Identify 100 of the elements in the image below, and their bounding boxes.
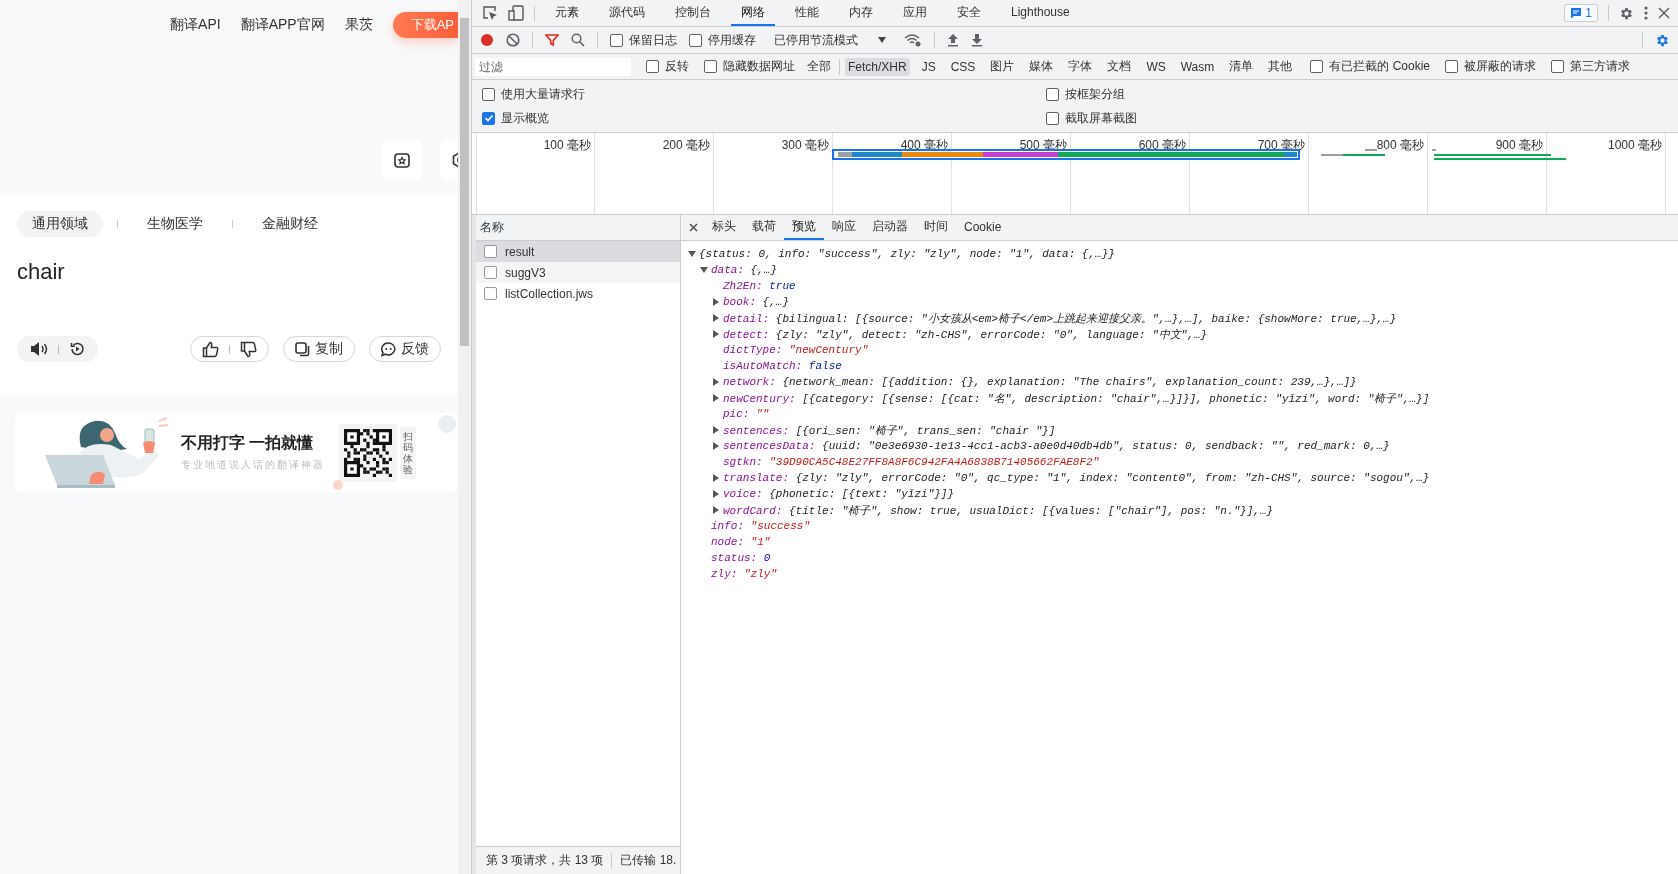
caret-icon — [878, 37, 886, 43]
checkbox[interactable] — [482, 87, 495, 101]
more-options-icon[interactable] — [1644, 6, 1648, 20]
type-filter[interactable]: 全部 — [804, 56, 834, 77]
scrollbar[interactable] — [458, 0, 472, 874]
expand-arrow-icon[interactable] — [711, 313, 721, 323]
type-filter[interactable]: WS — [1143, 57, 1169, 76]
tree-entry: network: {network_mean: [{addition: {}, explanation: "The chairs", explanation_count: 239,…},…]} — [723, 376, 1357, 388]
tree-entry: pic: "" — [723, 408, 770, 420]
tree-entry: translate: {zly: "zly", errorCode: "0", qc_type: "1", index: "content0", from: "zh-CHS", source: "sogou",…} — [723, 472, 1430, 484]
detail-tab[interactable]: 响应 — [824, 215, 864, 240]
expand-arrow-icon[interactable] — [687, 249, 697, 259]
type-filter[interactable]: CSS — [947, 57, 979, 76]
tree-entry: {status: 0, info: "success", zly: "zly", node: "1", data: {,…}} — [699, 248, 1115, 260]
inspect-icon[interactable] — [482, 5, 498, 21]
close-icon[interactable] — [689, 223, 698, 232]
checkbox[interactable] — [610, 33, 623, 47]
type-filter[interactable]: 字体 — [1065, 56, 1096, 77]
checkbox[interactable] — [1551, 60, 1564, 73]
type-filter[interactable]: 清单 — [1226, 56, 1257, 77]
checkbox[interactable] — [1046, 111, 1059, 125]
type-filter[interactable]: 媒体 — [1026, 56, 1057, 77]
favorites-button[interactable] — [382, 140, 422, 180]
panel-tab[interactable]: 源代码 — [599, 0, 655, 26]
checkbox[interactable] — [1046, 87, 1059, 101]
panel-tab[interactable]: 控制台 — [665, 0, 721, 26]
type-filter[interactable]: 图片 — [987, 56, 1018, 77]
expand-arrow-icon[interactable] — [711, 393, 721, 403]
device-toggle-icon[interactable] — [508, 5, 524, 21]
expand-arrow-icon[interactable] — [711, 473, 721, 483]
request-row[interactable]: suggV3 — [476, 262, 680, 283]
throttling-dropdown[interactable]: 已停用节流模式 — [768, 30, 892, 50]
thumbs-up-icon[interactable] — [202, 340, 219, 358]
upload-icon[interactable] — [947, 33, 959, 47]
panel-tab[interactable]: 应用 — [893, 0, 937, 26]
speaker-icon[interactable] — [30, 341, 48, 357]
detail-tab[interactable]: 时间 — [916, 215, 956, 240]
panel-tab[interactable]: 性能 — [785, 0, 829, 26]
thumbs-down-icon[interactable] — [240, 340, 257, 358]
settings-icon[interactable] — [1619, 5, 1634, 21]
type-filter[interactable]: 其他 — [1265, 56, 1296, 77]
request-row[interactable]: listCollection.jws — [476, 283, 680, 304]
download-icon[interactable] — [971, 33, 983, 47]
detail-tab[interactable]: 预览 — [784, 215, 824, 240]
wifi-settings-icon[interactable] — [904, 33, 922, 47]
type-filter[interactable]: JS — [918, 57, 939, 76]
domain-tab[interactable]: 金融财经 — [247, 211, 333, 237]
record-icon[interactable] — [480, 33, 494, 47]
checkbox-label: 按框架分组 — [1065, 85, 1125, 103]
issues-badge[interactable]: 1 — [1564, 4, 1598, 22]
domain-tab[interactable]: 生物医学 — [132, 211, 218, 237]
nav-link[interactable]: 果茨 — [344, 16, 373, 34]
clear-icon[interactable] — [506, 33, 520, 47]
expand-arrow-icon[interactable] — [711, 425, 721, 435]
panel-tab[interactable]: 安全 — [947, 0, 991, 26]
nav-link[interactable]: 翻译API — [170, 16, 221, 34]
checkbox-label: 截取屏幕截图 — [1065, 109, 1137, 127]
domain-tab[interactable]: 通用领域 — [17, 211, 103, 237]
close-icon[interactable] — [1658, 7, 1670, 19]
panel-tab[interactable]: 元素 — [545, 0, 589, 26]
checkbox[interactable] — [1445, 60, 1458, 73]
settings-icon[interactable] — [1655, 32, 1670, 48]
detail-tab[interactable]: 启动器 — [864, 215, 916, 240]
scan-label: 扫码体验 — [400, 426, 416, 479]
search-icon[interactable] — [571, 33, 585, 47]
detail-tab[interactable]: Cookie — [956, 215, 1010, 240]
expand-arrow-icon[interactable] — [711, 297, 721, 307]
copy-button[interactable]: 复制 — [283, 336, 355, 362]
expand-arrow-icon[interactable] — [711, 489, 721, 499]
panel-tab[interactable]: Lighthouse — [1001, 0, 1080, 26]
panel-tab[interactable]: 内存 — [839, 0, 883, 26]
checkbox[interactable] — [1310, 60, 1324, 73]
time-tick: 200 毫秒 — [662, 138, 710, 152]
checkbox[interactable] — [689, 33, 702, 47]
feedback-button[interactable]: 反馈 — [369, 336, 441, 362]
promo-banner[interactable]: 不用打字 一拍就懂 专业地道说人话的翻译神器 扫码体验 — [15, 413, 458, 492]
checkbox[interactable] — [482, 111, 495, 125]
expand-arrow-icon[interactable] — [711, 441, 721, 451]
tree-entry: node: "1" — [711, 536, 771, 548]
checkbox[interactable] — [704, 60, 717, 73]
tree-entry: dictType: "newCentury" — [723, 344, 869, 356]
request-row[interactable]: result — [476, 241, 680, 262]
expand-arrow-icon[interactable] — [711, 329, 721, 339]
tree-entry: data: {,…} — [711, 264, 777, 276]
expand-arrow-icon[interactable] — [711, 505, 721, 515]
detail-tab[interactable]: 载荷 — [744, 215, 784, 240]
type-filter[interactable]: Fetch/XHR — [845, 57, 910, 76]
type-filter[interactable]: Wasm — [1177, 57, 1218, 76]
nav-link[interactable]: 翻译APP官网 — [240, 16, 325, 34]
type-filter[interactable]: 文档 — [1104, 56, 1135, 77]
tree-entry: newCentury: [{category: [{sense: [{cat: "名", description: "chair",…}]}], phonetic: "yǐzi", word: "椅子",…}] — [723, 391, 1430, 406]
replay-icon[interactable] — [69, 341, 85, 357]
message-icon — [1570, 7, 1583, 19]
filter-field[interactable]: 过滤 — [475, 57, 631, 76]
filter-icon[interactable] — [545, 33, 559, 47]
checkbox[interactable] — [646, 60, 659, 73]
expand-arrow-icon[interactable] — [699, 265, 709, 275]
expand-arrow-icon[interactable] — [711, 377, 721, 387]
detail-tab[interactable]: 标头 — [704, 215, 744, 240]
tree-entry: detail: {bilingual: [{source: "小女孩从<em>椅子</em>上跳起来迎接父亲。",…},…], baike: {showMore: true,…},…} — [723, 311, 1397, 326]
